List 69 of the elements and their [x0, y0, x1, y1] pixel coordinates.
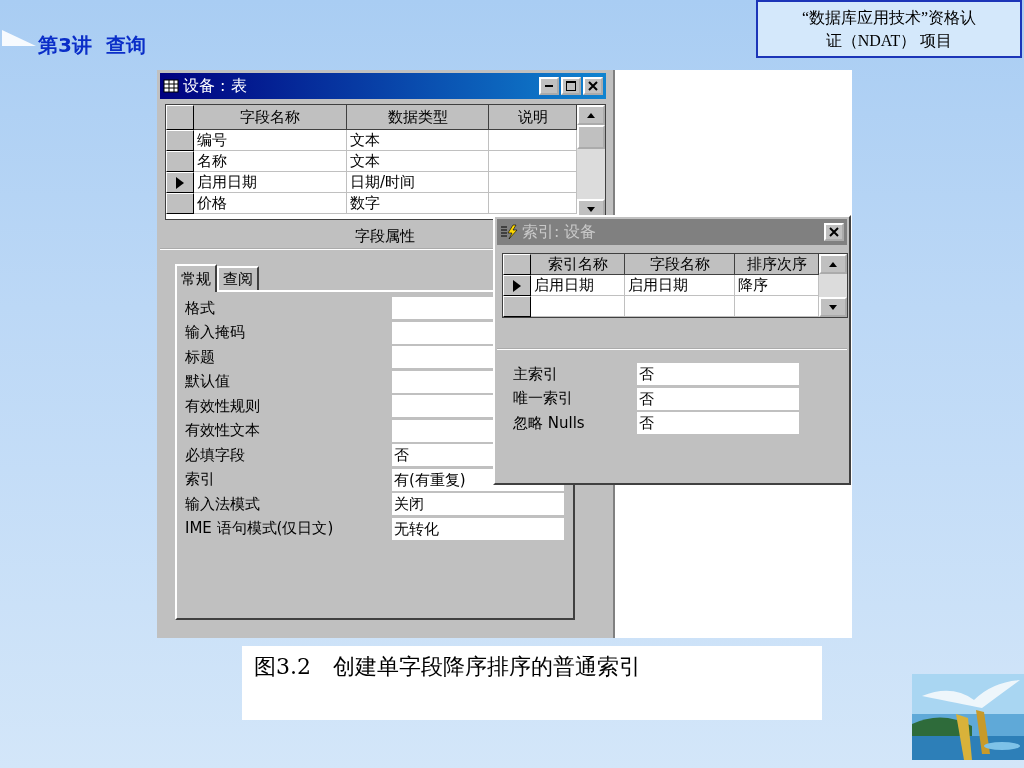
- maximize-icon: [566, 81, 576, 91]
- window-title: 设备 : 表: [183, 75, 247, 97]
- property-label: 标题: [185, 347, 216, 367]
- property-label: 有效性文本: [185, 421, 261, 441]
- table-cell[interactable]: 日期/时间: [347, 172, 489, 193]
- scroll-thumb[interactable]: [577, 125, 605, 149]
- minimize-button[interactable]: [539, 77, 559, 95]
- property-label: 索引: [185, 470, 216, 490]
- up-arrow-icon: [587, 112, 595, 118]
- up-arrow-icon: [829, 261, 837, 267]
- table-cell[interactable]: 价格: [194, 193, 347, 214]
- tab[interactable]: 常规: [175, 264, 217, 292]
- project-title-line: “数据库应用技术”资格认: [801, 8, 977, 28]
- close-icon: [829, 227, 839, 237]
- column-header[interactable]: 数据类型: [347, 105, 489, 130]
- scroll-down-button[interactable]: [819, 297, 847, 317]
- row-selector[interactable]: [166, 193, 194, 214]
- scrollbar[interactable]: [819, 254, 847, 317]
- property-field[interactable]: 否: [637, 412, 799, 435]
- table-cell[interactable]: 启用日期: [625, 275, 735, 296]
- close-icon: [588, 81, 598, 91]
- property-label: 默认值: [185, 372, 231, 392]
- close-button[interactable]: [583, 77, 603, 95]
- row-selector[interactable]: [503, 296, 531, 317]
- lightning-icon: [500, 224, 518, 240]
- property-label: 必填字段: [185, 445, 246, 465]
- property-field[interactable]: 否: [637, 363, 799, 386]
- table-cell[interactable]: 名称: [194, 151, 347, 172]
- property-label: 输入法模式: [185, 494, 261, 514]
- maximize-button[interactable]: [561, 77, 581, 95]
- window-title: 索引: 设备: [522, 221, 597, 243]
- property-label: 输入掩码: [185, 323, 246, 343]
- project-title-line: 证（NDAT） 项目: [825, 31, 953, 51]
- property-field[interactable]: 关闭: [392, 493, 564, 516]
- column-header[interactable]: 索引名称: [531, 254, 625, 275]
- column-header[interactable]: 排序次序: [735, 254, 819, 275]
- property-label: 格式: [185, 298, 216, 318]
- table-cell[interactable]: 启用日期: [531, 275, 625, 296]
- property-label: IME 语句模式(仅日文): [185, 519, 335, 539]
- down-arrow-icon: [829, 304, 837, 310]
- property-label: 主索引: [513, 364, 559, 384]
- lecture-title: 第3讲 查询: [38, 32, 146, 59]
- row-selector[interactable]: [166, 151, 194, 172]
- down-arrow-icon: [587, 206, 595, 212]
- row-selector[interactable]: [503, 275, 531, 296]
- column-header[interactable]: 字段名称: [625, 254, 735, 275]
- table-cell[interactable]: 文本: [347, 130, 489, 151]
- scroll-up-button[interactable]: [577, 105, 605, 125]
- table-icon: [163, 79, 179, 93]
- table-cell[interactable]: 数字: [347, 193, 489, 214]
- row-selector[interactable]: [166, 130, 194, 151]
- column-header[interactable]: 字段名称: [194, 105, 347, 130]
- property-label: 忽略 Nulls: [513, 413, 586, 433]
- figure-caption: 图3.2 创建单字段降序排序的普通索引: [242, 646, 822, 720]
- property-field[interactable]: 否: [637, 387, 799, 410]
- tab[interactable]: 查阅: [217, 266, 259, 290]
- scroll-up-button[interactable]: [819, 254, 847, 274]
- property-label: 唯一索引: [513, 389, 574, 409]
- column-header[interactable]: 说明: [489, 105, 577, 130]
- property-field[interactable]: 无转化: [392, 517, 564, 540]
- table-cell[interactable]: 启用日期: [194, 172, 347, 193]
- row-selector[interactable]: [166, 172, 194, 193]
- minimize-icon: [545, 85, 553, 87]
- table-cell[interactable]: 文本: [347, 151, 489, 172]
- property-label: 有效性规则: [185, 396, 261, 416]
- table-cell[interactable]: 编号: [194, 130, 347, 151]
- table-cell[interactable]: [625, 296, 735, 317]
- table-cell[interactable]: [531, 296, 625, 317]
- close-button[interactable]: [824, 223, 844, 241]
